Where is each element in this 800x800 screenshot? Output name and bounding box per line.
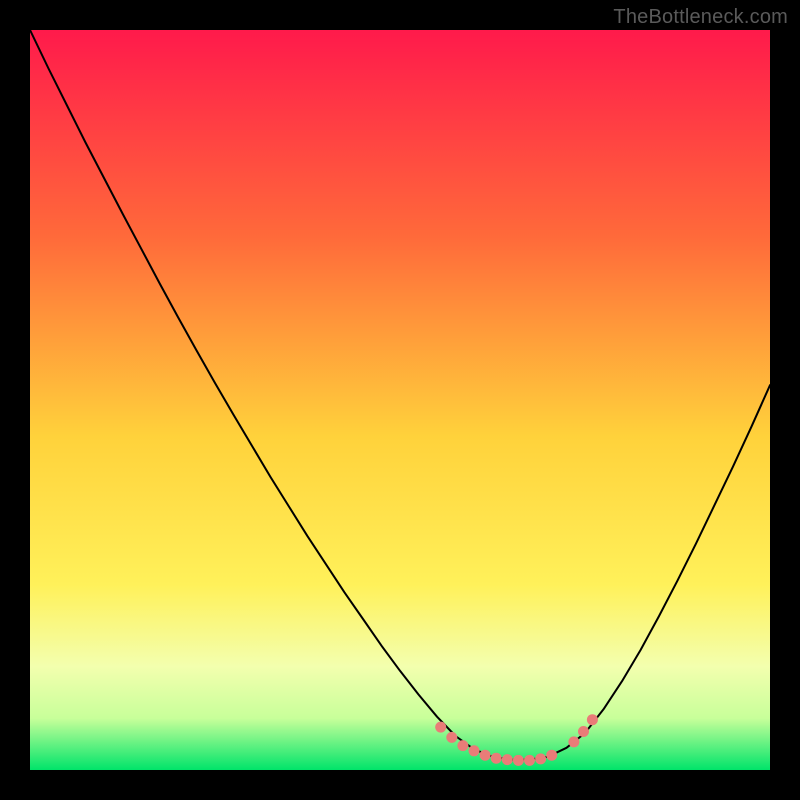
accent-dots-left-dot — [513, 755, 524, 766]
accent-dots-left-dot — [435, 722, 446, 733]
accent-dots-left-dot — [524, 755, 535, 766]
accent-dots-right-dot — [568, 736, 579, 747]
accent-dots-left-dot — [446, 732, 457, 743]
accent-dots-left-dot — [469, 745, 480, 756]
accent-dots-left-dot — [535, 753, 546, 764]
accent-dots-left-dot — [480, 750, 491, 761]
accent-dots-left-dot — [491, 753, 502, 764]
chart-frame: TheBottleneck.com — [0, 0, 800, 800]
watermark-text: TheBottleneck.com — [613, 6, 788, 29]
accent-dots-left-dot — [502, 754, 513, 765]
accent-dots-right-dot — [578, 726, 589, 737]
accent-dots-right-dot — [587, 714, 598, 725]
gradient-background — [30, 30, 770, 770]
accent-dots-left-dot — [457, 740, 468, 751]
accent-dots-left-dot — [546, 750, 557, 761]
plot-area — [30, 30, 770, 770]
